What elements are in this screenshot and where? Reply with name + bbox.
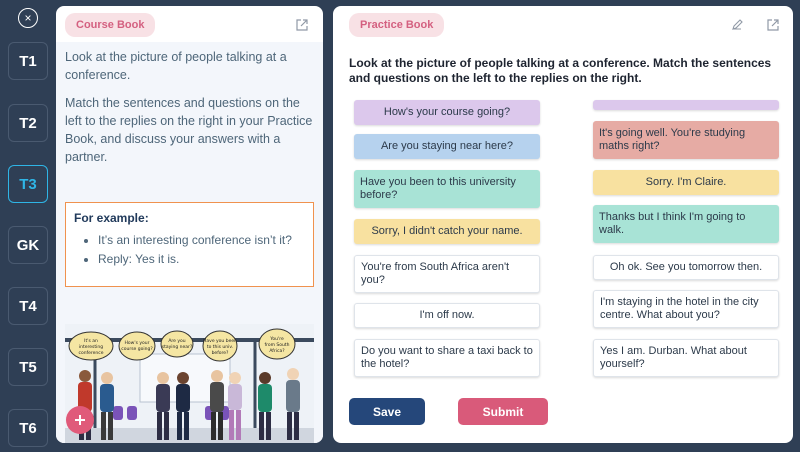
course-book-intro: Look at the picture of people talking at…	[65, 48, 313, 176]
left-card-7[interactable]: Do you want to share a taxi back to the …	[354, 339, 540, 377]
pencil-icon[interactable]	[728, 16, 746, 34]
practice-book-panel: Practice Book Look at the picture of peo…	[333, 6, 793, 443]
tab-t3[interactable]: T3	[8, 165, 48, 203]
svg-text:How's your: How's your	[125, 340, 150, 346]
right-card-2[interactable]: It's going well. You're studying maths r…	[593, 121, 779, 159]
speech-bubble: You're from South Africa?	[258, 328, 296, 360]
course-book-content[interactable]: Look at the picture of people talking at…	[56, 42, 323, 443]
left-card-2[interactable]: Are you staying near here?	[354, 134, 540, 159]
svg-text:from South: from South	[265, 342, 290, 348]
right-card-4[interactable]: Thanks but I think I'm going to walk.	[593, 205, 779, 243]
tab-t4[interactable]: T4	[8, 287, 48, 325]
tab-t2[interactable]: T2	[8, 104, 48, 142]
practice-instructions: Look at the picture of people talking at…	[349, 56, 772, 85]
speech-bubble: How's your course going?	[118, 331, 156, 361]
close-icon[interactable]: ×	[18, 8, 38, 28]
svg-text:course going?: course going?	[121, 346, 153, 352]
right-card-1[interactable]	[593, 100, 779, 110]
tab-t5[interactable]: T5	[8, 348, 48, 386]
add-button[interactable]	[66, 406, 94, 434]
left-card-5[interactable]: You're from South Africa aren't you?	[354, 255, 540, 293]
left-card-3[interactable]: Have you been to this university before?	[354, 170, 540, 208]
svg-text:before?: before?	[212, 350, 229, 356]
intro-paragraph-1: Look at the picture of people talking at…	[65, 50, 287, 82]
course-book-label: Course Book	[65, 13, 156, 37]
svg-text:It's an: It's an	[84, 338, 98, 344]
tab-t1[interactable]: T1	[8, 42, 48, 80]
svg-text:Have you been: Have you been	[203, 338, 237, 344]
svg-text:interesting: interesting	[79, 344, 103, 350]
speech-bubble: It's an interesting conference	[68, 331, 114, 361]
sidebar: × T1 T2 T3 GK T4 T5 T6	[0, 0, 56, 452]
right-card-3[interactable]: Sorry. I'm Claire.	[593, 170, 779, 195]
plus-icon	[75, 415, 85, 425]
tab-t6[interactable]: T6	[8, 409, 48, 447]
svg-text:You're: You're	[269, 336, 284, 342]
practice-book-label: Practice Book	[349, 13, 445, 37]
conference-illustration: It's an interesting conference How's you…	[65, 324, 314, 443]
example-item: It’s an interesting conference isn’t it?	[98, 231, 305, 250]
svg-text:staying near?: staying near?	[162, 344, 193, 350]
example-item: Reply: Yes it is.	[98, 250, 305, 269]
external-link-icon[interactable]	[764, 16, 782, 34]
left-card-4[interactable]: Sorry, I didn't catch your name.	[354, 219, 540, 244]
svg-text:Are you: Are you	[168, 338, 185, 344]
submit-button[interactable]: Submit	[458, 398, 548, 425]
course-book-panel: Course Book Look at the picture of peopl…	[56, 6, 323, 443]
svg-text:conference: conference	[78, 350, 103, 356]
left-card-6[interactable]: I'm off now.	[354, 303, 540, 328]
example-title: For example:	[74, 211, 149, 225]
external-link-icon[interactable]	[293, 16, 311, 34]
speech-bubble: Are you staying near?	[160, 330, 194, 358]
right-card-6[interactable]: I'm staying in the hotel in the city cen…	[593, 290, 779, 328]
svg-text:to this univ.: to this univ.	[207, 344, 233, 350]
example-box: For example: It’s an interesting confere…	[65, 202, 314, 287]
intro-paragraph-2: Match the sentences and questions on the…	[65, 96, 313, 164]
right-card-5[interactable]: Oh ok. See you tomorrow then.	[593, 255, 779, 280]
svg-text:Africa?: Africa?	[269, 348, 285, 354]
right-card-7[interactable]: Yes I am. Durban. What about yourself?	[593, 339, 779, 377]
speech-bubble: Have you been to this univ. before?	[202, 330, 238, 362]
tab-gk[interactable]: GK	[8, 226, 48, 264]
left-card-1[interactable]: How's your course going?	[354, 100, 540, 125]
save-button[interactable]: Save	[349, 398, 425, 425]
